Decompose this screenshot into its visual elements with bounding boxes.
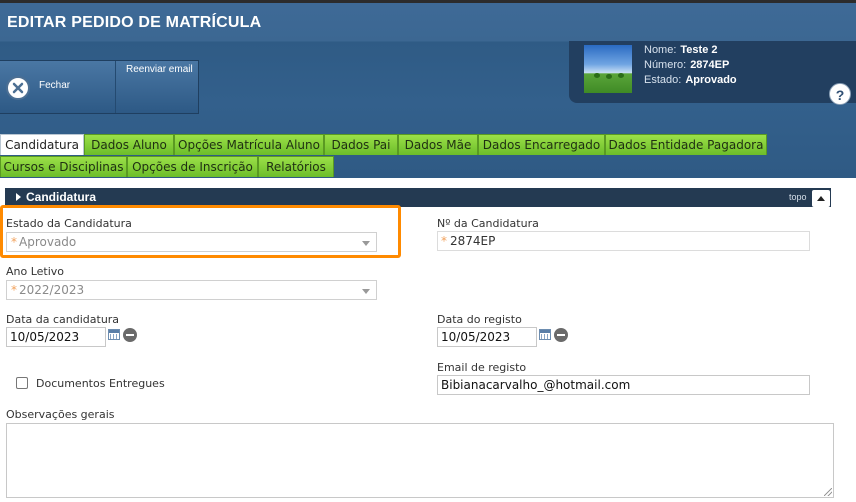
action-toolbar: Fechar Reenviar email bbox=[0, 60, 199, 114]
tab-candidatura[interactable]: Candidatura bbox=[0, 134, 84, 155]
email-registo-input[interactable]: Bibianacarvalho_@hotmail.com bbox=[437, 375, 810, 395]
tab-dados-encarregado[interactable]: Dados Encarregado bbox=[478, 134, 605, 155]
numero-label: Nº da Candidatura bbox=[437, 217, 539, 230]
topo-label: topo bbox=[789, 192, 807, 202]
estado-select[interactable]: * Aprovado bbox=[6, 232, 377, 252]
data-candidatura-input[interactable]: 10/05/2023 bbox=[6, 327, 106, 347]
info-nome: Nome: Teste 2 bbox=[644, 44, 718, 56]
close-button-label: Fechar bbox=[39, 80, 71, 91]
resend-email-label: Reenviar email bbox=[126, 64, 193, 75]
observacoes-label: Observações gerais bbox=[6, 408, 115, 421]
observacoes-textarea[interactable] bbox=[6, 423, 834, 498]
section-title: Candidatura bbox=[26, 190, 97, 204]
tab-dados-entidade-pagadora[interactable]: Dados Entidade Pagadora bbox=[605, 134, 767, 155]
resend-email-button[interactable]: Reenviar email bbox=[116, 61, 198, 113]
expand-arrow-icon bbox=[16, 193, 21, 201]
required-icon: * bbox=[441, 234, 447, 248]
tab-dados-mae[interactable]: Dados Mãe bbox=[398, 134, 478, 155]
tab-opcoes-inscricao[interactable]: Opções de Inscrição bbox=[127, 156, 258, 177]
close-button[interactable]: Fechar bbox=[0, 61, 115, 113]
info-numero: Número: 2874EP bbox=[644, 59, 730, 71]
close-icon bbox=[6, 76, 30, 100]
required-icon: * bbox=[11, 283, 17, 297]
numero-value: 2874EP bbox=[450, 234, 496, 248]
tab-opcoes-matricula-aluno[interactable]: Opções Matrícula Aluno bbox=[174, 134, 324, 155]
clear-date-icon[interactable] bbox=[554, 328, 568, 342]
data-registo-input[interactable]: 10/05/2023 bbox=[437, 327, 537, 347]
documentos-entregues-label: Documentos Entregues bbox=[36, 377, 165, 390]
calendar-icon[interactable] bbox=[108, 329, 120, 340]
data-candidatura-label: Data da candidatura bbox=[6, 313, 120, 326]
help-button[interactable]: ? bbox=[829, 83, 851, 105]
resize-grip-icon[interactable] bbox=[824, 488, 832, 496]
ano-letivo-select[interactable]: * 2022/2023 bbox=[6, 280, 377, 300]
tab-cursos-disciplinas[interactable]: Cursos e Disciplinas bbox=[0, 156, 127, 177]
estado-value: Aprovado bbox=[19, 235, 77, 249]
ano-letivo-value: 2022/2023 bbox=[19, 283, 85, 297]
chevron-down-icon bbox=[362, 241, 370, 246]
tab-relatorios[interactable]: Relatórios bbox=[258, 156, 334, 177]
email-registo-label: Email de registo bbox=[437, 361, 527, 374]
tab-dados-aluno[interactable]: Dados Aluno bbox=[84, 134, 174, 155]
clear-date-icon[interactable] bbox=[123, 328, 137, 342]
student-photo bbox=[584, 45, 632, 93]
calendar-icon[interactable] bbox=[539, 329, 551, 340]
chevron-down-icon bbox=[362, 289, 370, 294]
info-estado: Estado: Aprovado bbox=[644, 74, 737, 86]
estado-label: Estado da Candidatura bbox=[6, 217, 132, 230]
section-header-candidatura[interactable]: Candidatura bbox=[5, 188, 831, 207]
ano-letivo-label: Ano Letivo bbox=[6, 265, 65, 278]
data-registo-label: Data do registo bbox=[437, 313, 522, 326]
numero-field: * 2874EP bbox=[437, 231, 810, 251]
page-title: EDITAR PEDIDO DE MATRÍCULA bbox=[7, 14, 262, 31]
required-icon: * bbox=[11, 235, 17, 249]
student-info-panel: Nome: Teste 2 Número: 2874EP Estado: Aprova… bbox=[569, 41, 856, 103]
documentos-entregues-checkbox[interactable] bbox=[16, 377, 28, 389]
tab-dados-pai[interactable]: Dados Pai bbox=[324, 134, 398, 155]
scroll-top-button[interactable] bbox=[812, 190, 830, 207]
